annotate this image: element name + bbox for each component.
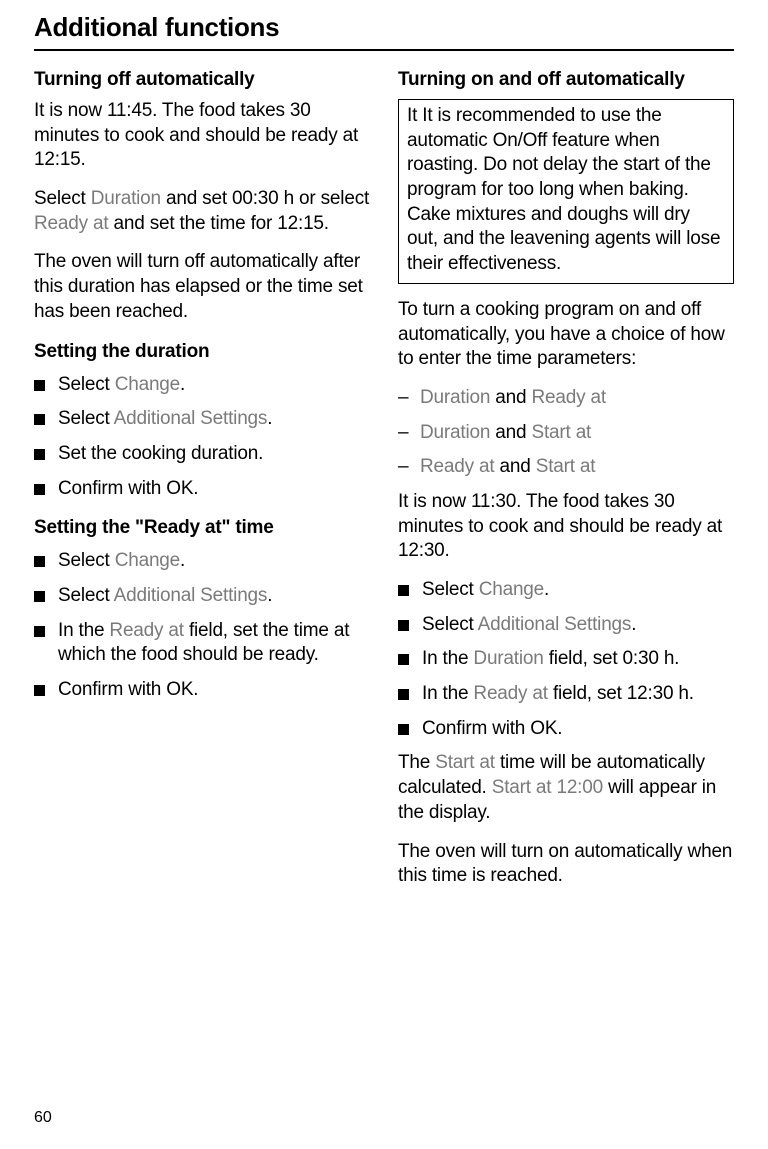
ui-duration: Duration <box>91 188 161 209</box>
step-set-cooking-duration: Set the cooking duration. <box>34 442 370 467</box>
text: . <box>631 614 636 635</box>
opt-duration-startat: Duration and Start at <box>398 421 734 446</box>
ui-change: Change <box>115 550 180 571</box>
ui-duration: Duration <box>420 387 490 408</box>
step-confirm-ok: Confirm with OK. <box>34 477 370 502</box>
text: and <box>490 387 531 408</box>
page-title: Additional functions <box>34 12 734 51</box>
text: field, set 12:30 h. <box>548 683 694 704</box>
ui-duration: Duration <box>420 422 490 443</box>
text: . <box>267 408 272 429</box>
text: Select <box>422 579 479 600</box>
text: field, set 0:30 h. <box>544 648 680 669</box>
heading-setting-ready-at: Setting the "Ready at" time <box>34 517 370 539</box>
text: . <box>267 585 272 606</box>
step-ready-at-field: In the Ready at field, set the time at w… <box>34 619 370 668</box>
step-duration-field: In the Duration field, set 0:30 h. <box>398 647 734 672</box>
text: In the <box>58 620 109 641</box>
ui-ready-at: Ready at <box>473 683 547 704</box>
oven-on-explain: The oven will turn on automatically when… <box>398 840 734 889</box>
page-number: 60 <box>34 1109 52 1127</box>
ui-ready-at: Ready at <box>531 387 605 408</box>
text: Select <box>58 374 115 395</box>
step-select-additional-2: Select Additional Settings. <box>34 584 370 609</box>
step-confirm-ok-3: Confirm with OK. <box>398 717 734 742</box>
ui-additional-settings: Additional Settings <box>478 614 632 635</box>
note-box-roasting: It It is recommended to use the automati… <box>398 99 734 284</box>
steps-ready-at: Select Change. Select Additional Setting… <box>34 549 370 702</box>
step-select-change: Select Change. <box>34 373 370 398</box>
time-parameter-options: Duration and Ready at Duration and Start… <box>398 386 734 480</box>
right-column: Turning on and off automatically It It i… <box>398 69 734 903</box>
example-time-off: It is now 11:45. The food takes 30 minut… <box>34 99 370 173</box>
heading-turn-on-off-auto: Turning on and off automatically <box>398 69 734 91</box>
text: Select <box>58 408 114 429</box>
intro-auto-onoff: To turn a cooking program on and off aut… <box>398 298 734 372</box>
ui-start-at: Start at <box>536 456 596 477</box>
select-duration-ready: Select Duration and set 00:30 h or selec… <box>34 187 370 236</box>
ui-additional-settings: Additional Settings <box>114 585 268 606</box>
ui-change: Change <box>479 579 544 600</box>
text: Select <box>58 550 115 571</box>
steps-onoff: Select Change. Select Additional Setting… <box>398 578 734 741</box>
steps-duration: Select Change. Select Additional Setting… <box>34 373 370 502</box>
left-column: Turning off automatically It is now 11:4… <box>34 69 370 903</box>
ui-change: Change <box>115 374 180 395</box>
oven-off-explain: The oven will turn off automatically aft… <box>34 250 370 324</box>
text: . <box>180 550 185 571</box>
text: The <box>398 752 435 773</box>
startat-calculated: The Start at time will be automatically … <box>398 751 734 825</box>
step-confirm-ok-2: Confirm with OK. <box>34 678 370 703</box>
ui-start-at: Start at <box>435 752 495 773</box>
text: and set 00:30 h or select <box>161 188 369 209</box>
ui-ready-at: Ready at <box>109 620 183 641</box>
text: . <box>544 579 549 600</box>
text: and <box>494 456 535 477</box>
ui-ready-at: Ready at <box>420 456 494 477</box>
step-readyat-field: In the Ready at field, set 12:30 h. <box>398 682 734 707</box>
text: . <box>180 374 185 395</box>
example-time-onoff: It is now 11:30. The food takes 30 minut… <box>398 490 734 564</box>
ui-ready-at: Ready at <box>34 213 108 234</box>
ui-start-at-1200: Start at 12:00 <box>492 777 603 798</box>
ui-duration: Duration <box>473 648 543 669</box>
opt-duration-readyat: Duration and Ready at <box>398 386 734 411</box>
ui-start-at: Start at <box>531 422 591 443</box>
text: Select <box>34 188 91 209</box>
ui-additional-settings: Additional Settings <box>114 408 268 429</box>
step-select-additional: Select Additional Settings. <box>34 407 370 432</box>
heading-setting-duration: Setting the duration <box>34 341 370 363</box>
text: and <box>490 422 531 443</box>
text: and set the time for 12:15. <box>108 213 328 234</box>
text: Select <box>58 585 114 606</box>
text: In the <box>422 648 473 669</box>
step-select-change-2: Select Change. <box>34 549 370 574</box>
opt-readyat-startat: Ready at and Start at <box>398 455 734 480</box>
text: Select <box>422 614 478 635</box>
step-select-additional-3: Select Additional Settings. <box>398 613 734 638</box>
heading-turn-off-auto: Turning off automatically <box>34 69 370 91</box>
step-select-change-3: Select Change. <box>398 578 734 603</box>
text: In the <box>422 683 473 704</box>
content-columns: Turning off automatically It is now 11:4… <box>34 69 734 903</box>
